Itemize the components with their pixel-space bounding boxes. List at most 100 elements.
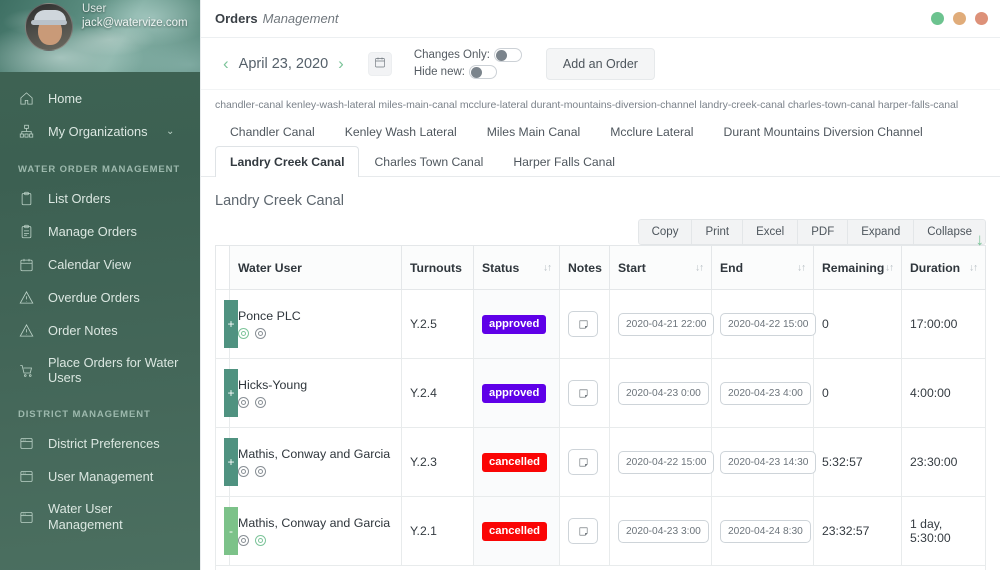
sort-icon[interactable]: ↓↑ bbox=[969, 262, 978, 273]
tab-landry-creek-canal[interactable]: Landry Creek Canal bbox=[215, 146, 360, 177]
note-icon[interactable] bbox=[568, 380, 598, 406]
copy-button[interactable]: Copy bbox=[637, 219, 693, 245]
row-expand-handle-cell[interactable]: - bbox=[215, 496, 238, 566]
app-root: User jack@watervize.com Home My Organiza… bbox=[0, 0, 1000, 570]
sidebar-item-label: Home bbox=[48, 90, 83, 106]
sidebar-item-label: List Orders bbox=[48, 190, 111, 206]
row-expand-handle-cell[interactable]: + bbox=[215, 289, 238, 359]
avatar[interactable] bbox=[25, 3, 73, 51]
expand-button[interactable]: Expand bbox=[848, 219, 915, 245]
col-turnouts[interactable]: Turnouts bbox=[401, 245, 474, 290]
hide-new-switch[interactable] bbox=[468, 65, 497, 79]
sort-icon[interactable]: ↓↑ bbox=[797, 262, 806, 273]
status-circle-icon[interactable] bbox=[255, 466, 266, 477]
col-status[interactable]: Status ↓↑ bbox=[473, 245, 560, 290]
cell-water-user: Mathis, Conway and Garcia bbox=[229, 496, 402, 566]
note-icon[interactable] bbox=[568, 449, 598, 475]
sidebar-item-home[interactable]: Home bbox=[0, 82, 200, 115]
end-datetime-field[interactable]: 2020-04-22 15:00 bbox=[720, 312, 817, 336]
print-button[interactable]: Print bbox=[692, 219, 744, 245]
tab-mcclure-lateral[interactable]: Mcclure Lateral bbox=[595, 116, 708, 147]
chevron-down-icon[interactable]: ⌄ bbox=[166, 124, 178, 140]
status-circle-icon[interactable] bbox=[238, 466, 249, 477]
switch-knob bbox=[470, 67, 482, 78]
row-expand-toggle[interactable]: + bbox=[224, 300, 238, 348]
sort-icon[interactable]: ↓↑ bbox=[543, 262, 552, 273]
orders-table-head: Water User Turnouts Status ↓↑ Notes Start… bbox=[215, 245, 986, 290]
tab-harper-falls-canal[interactable]: Harper Falls Canal bbox=[498, 146, 630, 177]
current-date-label: April 23, 2020 bbox=[238, 55, 329, 72]
sort-icon[interactable]: ↓↑ bbox=[695, 262, 704, 273]
table-row-detail: Flow 38.8 cubic_foot/s Order # O-7HHXHKM… bbox=[215, 565, 986, 570]
table-row[interactable]: - Mathis, Conway and Garcia Y.2.1 cancel… bbox=[215, 496, 986, 566]
col-label: Duration bbox=[910, 260, 961, 275]
sidebar-item-calendar-view[interactable]: Calendar View bbox=[0, 248, 200, 281]
col-notes[interactable]: Notes bbox=[559, 245, 610, 290]
row-expand-toggle[interactable]: + bbox=[224, 369, 238, 417]
minimize-dot[interactable] bbox=[931, 12, 944, 25]
cell-notes bbox=[559, 496, 610, 566]
sidebar-item-water-user-management[interactable]: Water User Management bbox=[0, 493, 200, 541]
col-water-user[interactable]: Water User bbox=[229, 245, 402, 290]
sidebar-item-manage-orders[interactable]: Manage Orders bbox=[0, 215, 200, 248]
note-icon[interactable] bbox=[568, 311, 598, 337]
sidebar-item-overdue-orders[interactable]: Overdue Orders bbox=[0, 281, 200, 314]
start-datetime-field[interactable]: 2020-04-23 0:00 bbox=[618, 381, 709, 405]
calendar-icon bbox=[18, 256, 35, 273]
sidebar-item-list-orders[interactable]: List Orders bbox=[0, 182, 200, 215]
status-circle-icon[interactable] bbox=[255, 328, 266, 339]
table-row[interactable]: + Hicks-Young Y.2.4 approved 2020-04-23 … bbox=[215, 358, 986, 428]
sidebar-item-label: Order Notes bbox=[48, 322, 118, 338]
col-remaining[interactable]: Remaining ↓↑ bbox=[813, 245, 902, 290]
tab-kenley-wash-lateral[interactable]: Kenley Wash Lateral bbox=[330, 116, 472, 147]
start-datetime-field[interactable]: 2020-04-22 15:00 bbox=[618, 450, 715, 474]
row-expand-toggle[interactable]: - bbox=[224, 507, 238, 555]
end-datetime-field[interactable]: 2020-04-24 8:30 bbox=[720, 519, 811, 543]
end-datetime-field[interactable]: 2020-04-23 14:30 bbox=[720, 450, 817, 474]
tab-chandler-canal[interactable]: Chandler Canal bbox=[215, 116, 330, 147]
sidebar-item-district-preferences[interactable]: District Preferences bbox=[0, 427, 200, 460]
table-row[interactable]: + Mathis, Conway and Garcia Y.2.3 cancel… bbox=[215, 427, 986, 497]
status-circle-icon[interactable] bbox=[238, 397, 249, 408]
cell-start: 2020-04-21 22:00 bbox=[609, 289, 715, 359]
calendar-icon bbox=[374, 55, 386, 73]
sidebar-item-place-orders-for-water-users[interactable]: Place Orders for Water Users bbox=[0, 347, 200, 393]
status-circle-icon[interactable] bbox=[238, 535, 249, 546]
add-an-order-button[interactable]: Add an Order bbox=[545, 47, 655, 80]
excel-button[interactable]: Excel bbox=[743, 219, 799, 245]
col-start[interactable]: Start ↓↑ bbox=[609, 245, 712, 290]
table-toolbar-row: Copy Print Excel PDF Expand Collapse bbox=[201, 219, 1000, 245]
prev-day-button[interactable]: ‹ bbox=[215, 55, 237, 72]
sidebar-item-order-notes[interactable]: Order Notes bbox=[0, 314, 200, 347]
water-user-icons bbox=[238, 535, 393, 546]
tab-miles-main-canal[interactable]: Miles Main Canal bbox=[472, 116, 595, 147]
table-row[interactable]: + Ponce PLC Y.2.5 approved 2020-04-21 22… bbox=[215, 289, 986, 359]
note-icon[interactable] bbox=[568, 518, 598, 544]
col-duration[interactable]: Duration ↓↑ bbox=[901, 245, 986, 290]
sidebar-item-my-organizations[interactable]: My Organizations ⌄ bbox=[0, 115, 200, 148]
close-dot[interactable] bbox=[975, 12, 988, 25]
pdf-button[interactable]: PDF bbox=[798, 219, 849, 245]
start-datetime-field[interactable]: 2020-04-23 3:00 bbox=[618, 519, 709, 543]
water-user-name: Hicks-Young bbox=[238, 378, 308, 392]
changes-only-switch[interactable] bbox=[493, 48, 522, 62]
col-end[interactable]: End ↓↑ bbox=[711, 245, 814, 290]
status-circle-icon[interactable] bbox=[255, 397, 266, 408]
status-circle-icon[interactable] bbox=[238, 328, 249, 339]
row-expand-handle-cell[interactable]: + bbox=[215, 427, 238, 497]
row-expand-toggle[interactable]: + bbox=[224, 438, 238, 486]
end-datetime-field[interactable]: 2020-04-23 4:00 bbox=[720, 381, 811, 405]
tab-charles-town-canal[interactable]: Charles Town Canal bbox=[359, 146, 498, 177]
calendar-picker-button[interactable] bbox=[367, 51, 392, 76]
row-expand-handle-cell[interactable]: + bbox=[215, 358, 238, 428]
tab-durant-mountains-diversion-channel[interactable]: Durant Mountains Diversion Channel bbox=[709, 116, 938, 147]
start-datetime-field[interactable]: 2020-04-21 22:00 bbox=[618, 312, 715, 336]
status-circle-icon[interactable] bbox=[255, 535, 266, 546]
next-day-button[interactable]: › bbox=[330, 55, 352, 72]
scroll-down-indicator-icon[interactable]: ↓ bbox=[976, 231, 985, 248]
maximize-dot[interactable] bbox=[953, 12, 966, 25]
sort-icon[interactable]: ↓↑ bbox=[885, 262, 894, 273]
col-label: End bbox=[720, 260, 744, 275]
cell-turnouts: Y.2.1 bbox=[401, 496, 474, 566]
sidebar-item-user-management[interactable]: User Management bbox=[0, 460, 200, 493]
